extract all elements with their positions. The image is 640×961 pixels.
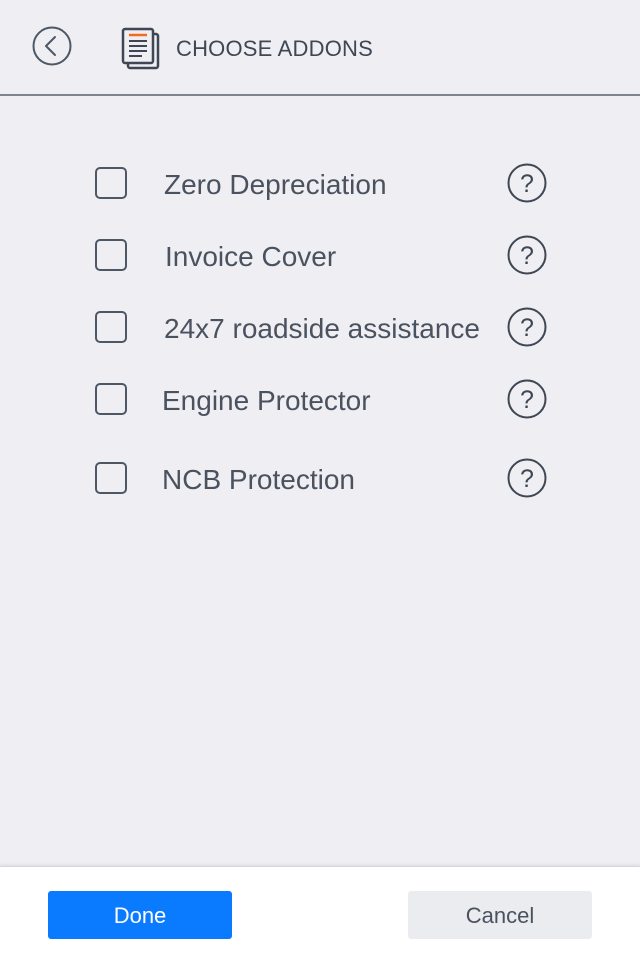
ncb-protection-checkbox[interactable] (95, 462, 127, 494)
header-bar: CHOOSE ADDONS (0, 0, 640, 96)
roadside-assistance-help-button[interactable]: ? (507, 307, 547, 347)
question-circle-icon: ? (507, 458, 547, 498)
page-title: CHOOSE ADDONS (176, 36, 373, 61)
addon-row-roadside-assistance[interactable]: 24x7 roadside assistance ? (0, 304, 640, 356)
footer-bar: Done Cancel (0, 866, 640, 961)
question-circle-icon: ? (507, 379, 547, 419)
svg-text:?: ? (520, 314, 534, 342)
svg-text:?: ? (520, 465, 534, 493)
addon-row-zero-depreciation[interactable]: Zero Depreciation ? (0, 160, 640, 212)
addon-label: 24x7 roadside assistance (164, 313, 480, 344)
addon-row-engine-protector[interactable]: Engine Protector ? (0, 376, 640, 428)
svg-text:?: ? (520, 242, 534, 270)
document-icon (120, 26, 162, 70)
ncb-protection-help-button[interactable]: ? (507, 458, 547, 498)
addon-row-invoice-cover[interactable]: Invoice Cover ? (0, 232, 640, 284)
question-circle-icon: ? (507, 235, 547, 275)
svg-text:?: ? (520, 170, 534, 198)
engine-protector-checkbox[interactable] (95, 383, 127, 415)
addon-label: Engine Protector (162, 385, 371, 416)
addon-label: Zero Depreciation (164, 169, 387, 200)
question-circle-icon: ? (507, 163, 547, 203)
invoice-cover-help-button[interactable]: ? (507, 235, 547, 275)
zero-depreciation-checkbox[interactable] (95, 167, 127, 199)
back-button[interactable] (32, 26, 72, 66)
zero-depreciation-help-button[interactable]: ? (507, 163, 547, 203)
question-circle-icon: ? (507, 307, 547, 347)
addon-label: Invoice Cover (165, 241, 337, 272)
invoice-cover-checkbox[interactable] (95, 239, 127, 271)
svg-text:?: ? (520, 386, 534, 414)
addon-label: NCB Protection (162, 464, 355, 495)
done-button[interactable]: Done (48, 891, 232, 939)
chevron-left-circle-icon (32, 26, 72, 66)
addon-row-ncb-protection[interactable]: NCB Protection ? (0, 455, 640, 507)
roadside-assistance-checkbox[interactable] (95, 311, 127, 343)
engine-protector-help-button[interactable]: ? (507, 379, 547, 419)
cancel-button[interactable]: Cancel (408, 891, 592, 939)
